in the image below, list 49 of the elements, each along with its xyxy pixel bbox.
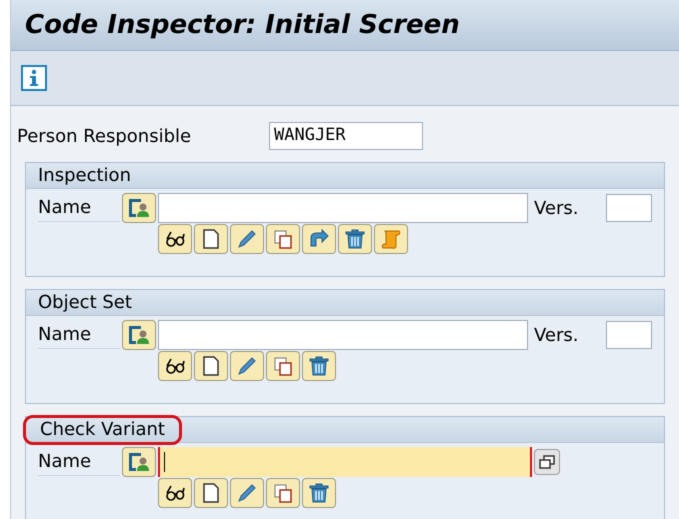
scroll-icon [380,228,402,250]
version-input-field[interactable] [606,321,652,349]
text-cursor [164,452,165,472]
trash-icon [308,482,330,504]
copy-icon [272,482,294,504]
toolbar-button[interactable] [158,224,192,254]
name-input-field[interactable] [158,447,532,477]
toolbar-button[interactable] [266,351,300,381]
multiple-selection-button[interactable] [534,449,560,475]
toolbar-button[interactable] [158,351,192,381]
toolbar-button[interactable] [266,478,300,508]
person-picker-icon [127,451,151,473]
copy-icon [272,228,294,250]
field-label: Name [38,194,120,222]
value-help-button[interactable] [122,320,156,350]
copy-icon [272,355,294,377]
value-help-button[interactable] [122,447,156,477]
pencil-icon [236,355,258,377]
field-label: Vers. [534,196,580,220]
toolbar-button[interactable] [194,351,228,381]
toolbar-button[interactable] [194,478,228,508]
toolbar-button[interactable] [194,224,228,254]
toolbar-button[interactable] [158,478,192,508]
field-label: Vers. [534,324,580,348]
window-title: Code Inspector: Initial Screen [25,8,460,42]
pencil-icon [236,482,258,504]
toolbar-button[interactable] [302,351,336,381]
person-picker-icon [127,197,151,219]
trash-icon [308,355,330,377]
toolbar-button[interactable] [302,478,336,508]
toolbar-button[interactable] [338,224,372,254]
group-title: Object Set [37,292,133,314]
windows-icon [539,455,555,469]
trash-icon [344,228,366,250]
group-title: Check Variant [23,414,182,444]
name-input-field[interactable] [158,320,528,350]
person-input-field[interactable]: WANGJER [269,122,423,150]
field-label: Person Responsible [17,124,192,148]
version-input-field[interactable] [606,194,652,222]
field-value: WANGJER [274,124,346,148]
value-help-button[interactable] [122,193,156,223]
toolbar-button[interactable] [266,224,300,254]
name-input-field[interactable] [158,193,528,223]
pencil-icon [236,228,258,250]
field-label: Name [38,448,120,476]
person-picker-icon [127,324,151,346]
info-icon[interactable] [21,65,47,91]
field-label: Name [38,321,120,349]
group-title: Inspection [37,164,132,186]
